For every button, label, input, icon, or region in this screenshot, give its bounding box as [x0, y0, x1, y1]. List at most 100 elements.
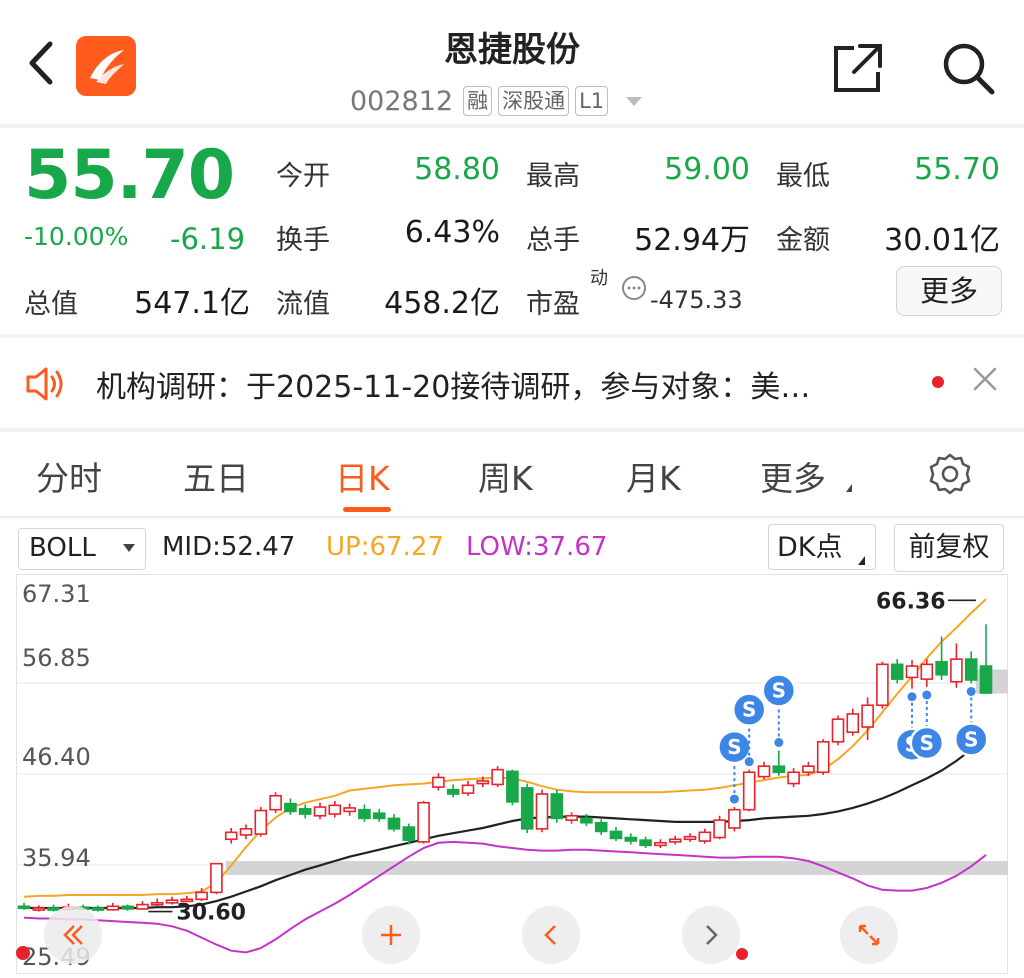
more-stats-button[interactable]: 更多 — [896, 266, 1002, 316]
candle-body — [520, 786, 534, 830]
candle-body — [150, 901, 163, 906]
signal-s-label: S — [771, 678, 785, 702]
y-tick-label: 67.31 — [22, 580, 91, 608]
candle-body — [120, 905, 134, 910]
stat-label-amount: 金额 — [776, 225, 830, 256]
signal-dot — [773, 737, 783, 747]
candle-body — [535, 792, 548, 830]
tab-monthly-k[interactable]: 月K — [626, 452, 681, 500]
candle-body — [446, 788, 460, 795]
stat-label-turnover: 换手 — [276, 225, 330, 256]
candle-body — [979, 664, 992, 694]
stat-value-float-cap: 458.2亿 — [384, 286, 500, 321]
stock-code: 002812 — [350, 85, 454, 117]
expand-icon — [858, 924, 880, 946]
chevron-right-icon — [706, 925, 718, 945]
stock-code-row: 002812 融 深股通 L1 — [350, 84, 643, 118]
tag-margin: 融 — [463, 86, 493, 116]
tab-daily-k[interactable]: 日K — [335, 452, 390, 500]
candle-body — [964, 657, 978, 681]
stat-value-low: 55.70 — [914, 152, 1000, 187]
stat-value-volume: 52.94万 — [634, 223, 750, 258]
candle-body — [372, 811, 386, 819]
candle-body — [786, 770, 800, 784]
change-percent: -10.00% — [24, 222, 129, 251]
candle-body — [209, 862, 223, 893]
candle-body — [875, 663, 889, 706]
candle-body — [135, 903, 149, 910]
adjust-mode-button[interactable]: 前复权 — [894, 524, 1004, 572]
stat-label-pe: 市盈 — [526, 289, 580, 320]
dk-caret-icon — [858, 556, 865, 565]
candle-body — [653, 841, 667, 846]
candle-body — [357, 808, 371, 819]
divider — [0, 516, 1024, 518]
signal-dot — [921, 689, 931, 699]
candle-body — [668, 837, 682, 843]
stat-value-turnover: 6.43% — [404, 215, 500, 250]
live-dot — [16, 946, 30, 960]
tab-more[interactable]: 更多 — [760, 452, 826, 500]
candle-body — [697, 831, 711, 842]
candle-body — [416, 801, 430, 843]
zoom-in-button[interactable] — [362, 906, 420, 964]
candle-body — [905, 664, 918, 678]
boll-mid-line — [23, 738, 987, 909]
double-left-icon — [63, 925, 83, 945]
candle-body — [594, 821, 608, 832]
tag-connect: 深股通 — [498, 86, 570, 116]
candle-body — [623, 836, 637, 842]
plus-icon — [381, 925, 401, 945]
y-tick-label: 46.40 — [22, 743, 91, 771]
signal-dot — [744, 756, 754, 766]
stat-label-float-cap: 流值 — [276, 289, 330, 320]
search-icon[interactable] — [940, 40, 996, 96]
signal-s-label: S — [741, 697, 755, 721]
chevron-down-icon — [123, 544, 135, 552]
stock-title: 恩捷股份 — [444, 30, 580, 70]
tab-intraday[interactable]: 分时 — [36, 452, 102, 500]
move-left-button[interactable] — [522, 906, 580, 964]
candle-body — [490, 768, 504, 785]
gear-icon[interactable] — [928, 452, 972, 496]
fullscreen-button[interactable] — [840, 906, 898, 964]
tags-dropdown-icon[interactable] — [626, 96, 643, 106]
active-tab-indicator — [343, 507, 391, 512]
info-icon[interactable] — [620, 274, 648, 302]
candle-body — [757, 764, 770, 777]
indicator-select[interactable]: BOLL — [18, 528, 146, 570]
candle-body — [609, 830, 622, 839]
candle-body — [727, 808, 741, 829]
candle-body — [801, 764, 815, 773]
candle-body — [579, 817, 593, 824]
candle-body — [712, 818, 726, 838]
candle-body — [549, 792, 563, 819]
candle-body — [638, 838, 652, 846]
move-right-button[interactable] — [682, 906, 740, 964]
candle-body — [387, 817, 400, 830]
tab-five-day[interactable]: 五日 — [183, 452, 249, 500]
close-icon[interactable] — [972, 366, 998, 392]
stat-value-open: 58.80 — [414, 152, 500, 187]
candle-body — [860, 703, 874, 728]
back-arrow-icon[interactable] — [22, 38, 62, 88]
candle-body — [461, 784, 474, 794]
boll-up-value: UP:67.27 — [326, 532, 444, 562]
candle-body — [268, 794, 282, 810]
candle-body — [194, 891, 208, 900]
share-icon[interactable] — [830, 40, 886, 96]
candle-body — [401, 825, 415, 841]
more-tab-caret-icon — [846, 484, 852, 492]
news-ticker-text[interactable]: 机构调研：于2025-11-20接待调研，参与对象：美… — [96, 362, 896, 406]
tab-weekly-k[interactable]: 周K — [478, 452, 533, 500]
candle-body — [239, 827, 252, 836]
candle-body — [949, 657, 963, 683]
candle-body — [283, 802, 297, 812]
boll-mid-value: MID:52.47 — [162, 532, 296, 562]
boll-upper-line — [23, 597, 987, 898]
candle-body — [890, 663, 904, 680]
scroll-start-button[interactable] — [44, 906, 102, 964]
candle-body — [342, 806, 356, 812]
tag-level: L1 — [575, 86, 609, 116]
stat-value-pe: -475.33 — [650, 286, 743, 314]
